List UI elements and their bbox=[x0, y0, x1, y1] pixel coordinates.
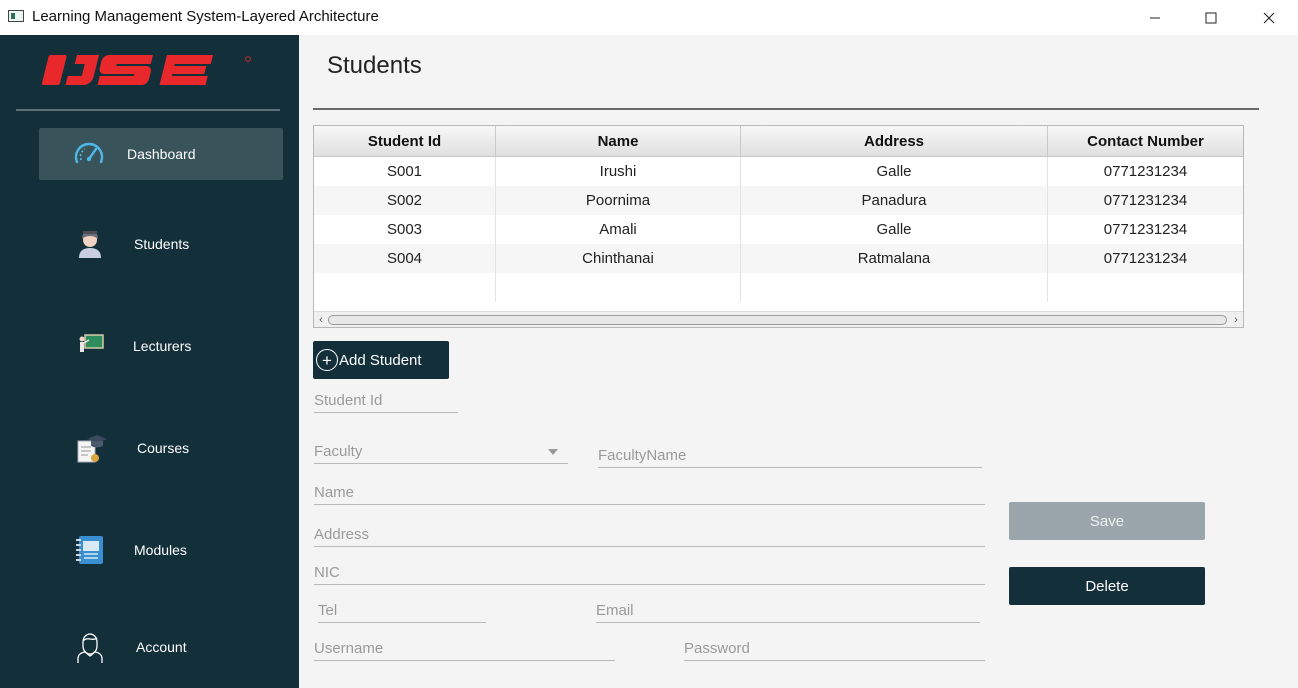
student-icon bbox=[79, 231, 101, 258]
maximize-icon bbox=[1205, 12, 1217, 23]
cell-student-id: S001 bbox=[314, 157, 496, 186]
notebook-icon bbox=[76, 536, 103, 564]
logo-divider bbox=[16, 109, 280, 111]
student-id-field[interactable] bbox=[314, 389, 458, 413]
scrollbar-thumb[interactable] bbox=[328, 315, 1227, 325]
horizontal-scrollbar[interactable]: ‹ › bbox=[314, 311, 1243, 327]
tel-input[interactable] bbox=[318, 599, 486, 622]
sidebar-item-lecturers[interactable]: Lecturers bbox=[39, 320, 283, 372]
table-row[interactable]: S001 Irushi Galle 0771231234 bbox=[314, 157, 1243, 186]
close-button[interactable] bbox=[1246, 0, 1292, 35]
column-header-name[interactable]: Name bbox=[496, 126, 741, 156]
title-divider bbox=[313, 108, 1259, 110]
column-header-address[interactable]: Address bbox=[741, 126, 1048, 156]
column-header-student-id[interactable]: Student Id bbox=[314, 126, 496, 156]
sidebar-item-label: Dashboard bbox=[127, 146, 196, 162]
faculty-input[interactable] bbox=[314, 440, 568, 463]
lecturer-board-icon bbox=[79, 334, 104, 352]
cell-contact-number: 0771231234 bbox=[1103, 221, 1188, 238]
table-body: S001 Irushi Galle 0771231234 S002 Poorni… bbox=[314, 157, 1243, 302]
user-outline-icon bbox=[77, 633, 103, 663]
name-field[interactable] bbox=[314, 481, 985, 505]
faculty-dropdown[interactable] bbox=[314, 440, 568, 464]
table-row-empty bbox=[314, 273, 1243, 302]
password-field[interactable] bbox=[684, 637, 985, 661]
empty-cell bbox=[496, 273, 741, 302]
sidebar-item-label: Lecturers bbox=[133, 338, 192, 354]
page-title: Students bbox=[327, 52, 422, 79]
students-table[interactable]: Student Id Name Address Contact Number S… bbox=[313, 125, 1244, 328]
add-student-button[interactable]: + Add Student bbox=[313, 341, 449, 379]
table-row[interactable]: S004 Chinthanai Ratmalana 0771231234 bbox=[314, 244, 1243, 273]
username-field[interactable] bbox=[314, 637, 615, 661]
empty-cell bbox=[741, 273, 1048, 302]
window-title: Learning Management System-Layered Archi… bbox=[32, 8, 379, 25]
graduation-certificate-icon bbox=[77, 435, 107, 463]
cell-contact-number: 0771231234 bbox=[1103, 250, 1188, 267]
plus-circle-icon: + bbox=[316, 349, 338, 371]
username-input[interactable] bbox=[314, 637, 615, 660]
cell-address: Galle bbox=[741, 215, 1048, 244]
password-input[interactable] bbox=[684, 637, 985, 660]
table-row[interactable]: S003 Amali Galle 0771231234 bbox=[314, 215, 1243, 244]
email-field[interactable] bbox=[596, 599, 980, 623]
cell-address: Ratmalana bbox=[741, 244, 1048, 273]
scroll-right-icon[interactable]: › bbox=[1229, 312, 1243, 327]
table-header: Student Id Name Address Contact Number bbox=[314, 126, 1243, 157]
sidebar-item-label: Account bbox=[136, 639, 187, 655]
cell-name: Irushi bbox=[496, 157, 741, 186]
cell-name: Amali bbox=[496, 215, 741, 244]
sidebar-item-label: Students bbox=[134, 236, 190, 252]
minimize-button[interactable] bbox=[1132, 0, 1178, 35]
sidebar-item-label: Modules bbox=[134, 542, 187, 558]
address-input[interactable] bbox=[314, 523, 985, 546]
cell-address: Panadura bbox=[741, 186, 1048, 215]
window-titlebar: Learning Management System-Layered Archi… bbox=[0, 0, 1298, 35]
sidebar: Dashboard Students Lecturers Courses Mod… bbox=[0, 35, 299, 688]
cell-student-id: S002 bbox=[314, 186, 496, 215]
empty-cell bbox=[314, 273, 496, 302]
tel-field[interactable] bbox=[318, 599, 486, 623]
add-student-label: Add Student bbox=[339, 351, 422, 369]
nic-field[interactable] bbox=[314, 561, 985, 585]
cell-student-id: S003 bbox=[314, 215, 496, 244]
maximize-button[interactable] bbox=[1188, 0, 1234, 35]
nic-input[interactable] bbox=[314, 561, 985, 584]
address-field[interactable] bbox=[314, 523, 985, 547]
cell-name: Chinthanai bbox=[496, 244, 741, 273]
faculty-name-field[interactable] bbox=[598, 444, 982, 468]
save-button[interactable]: Save bbox=[1009, 502, 1205, 540]
table-row[interactable]: S002 Poornima Panadura 0771231234 bbox=[314, 186, 1243, 215]
delete-button[interactable]: Delete bbox=[1009, 567, 1205, 605]
minimize-icon bbox=[1150, 17, 1160, 18]
sidebar-item-courses[interactable]: Courses bbox=[39, 422, 283, 474]
ijse-logo bbox=[41, 55, 251, 85]
cell-name: Poornima bbox=[496, 186, 741, 215]
speedometer-icon bbox=[74, 142, 104, 164]
sidebar-item-account[interactable]: Account bbox=[39, 621, 283, 673]
cell-contact-number: 0771231234 bbox=[1103, 163, 1188, 180]
close-icon bbox=[1263, 12, 1275, 23]
sidebar-item-modules[interactable]: Modules bbox=[39, 524, 283, 576]
sidebar-item-dashboard[interactable]: Dashboard bbox=[39, 128, 283, 180]
empty-cell bbox=[1048, 273, 1243, 302]
column-header-contact-number[interactable]: Contact Number bbox=[1048, 126, 1243, 156]
sidebar-item-label: Courses bbox=[137, 440, 190, 456]
chevron-down-icon[interactable] bbox=[548, 449, 558, 455]
cell-student-id: S004 bbox=[314, 244, 496, 273]
scroll-left-icon[interactable]: ‹ bbox=[314, 312, 328, 327]
name-input[interactable] bbox=[314, 481, 985, 504]
student-id-input[interactable] bbox=[314, 389, 458, 412]
sidebar-item-students[interactable]: Students bbox=[39, 218, 283, 270]
app-icon bbox=[8, 10, 24, 22]
email-input[interactable] bbox=[596, 599, 980, 622]
faculty-name-input[interactable] bbox=[598, 444, 982, 467]
cell-address: Galle bbox=[741, 157, 1048, 186]
cell-contact-number: 0771231234 bbox=[1103, 192, 1188, 209]
